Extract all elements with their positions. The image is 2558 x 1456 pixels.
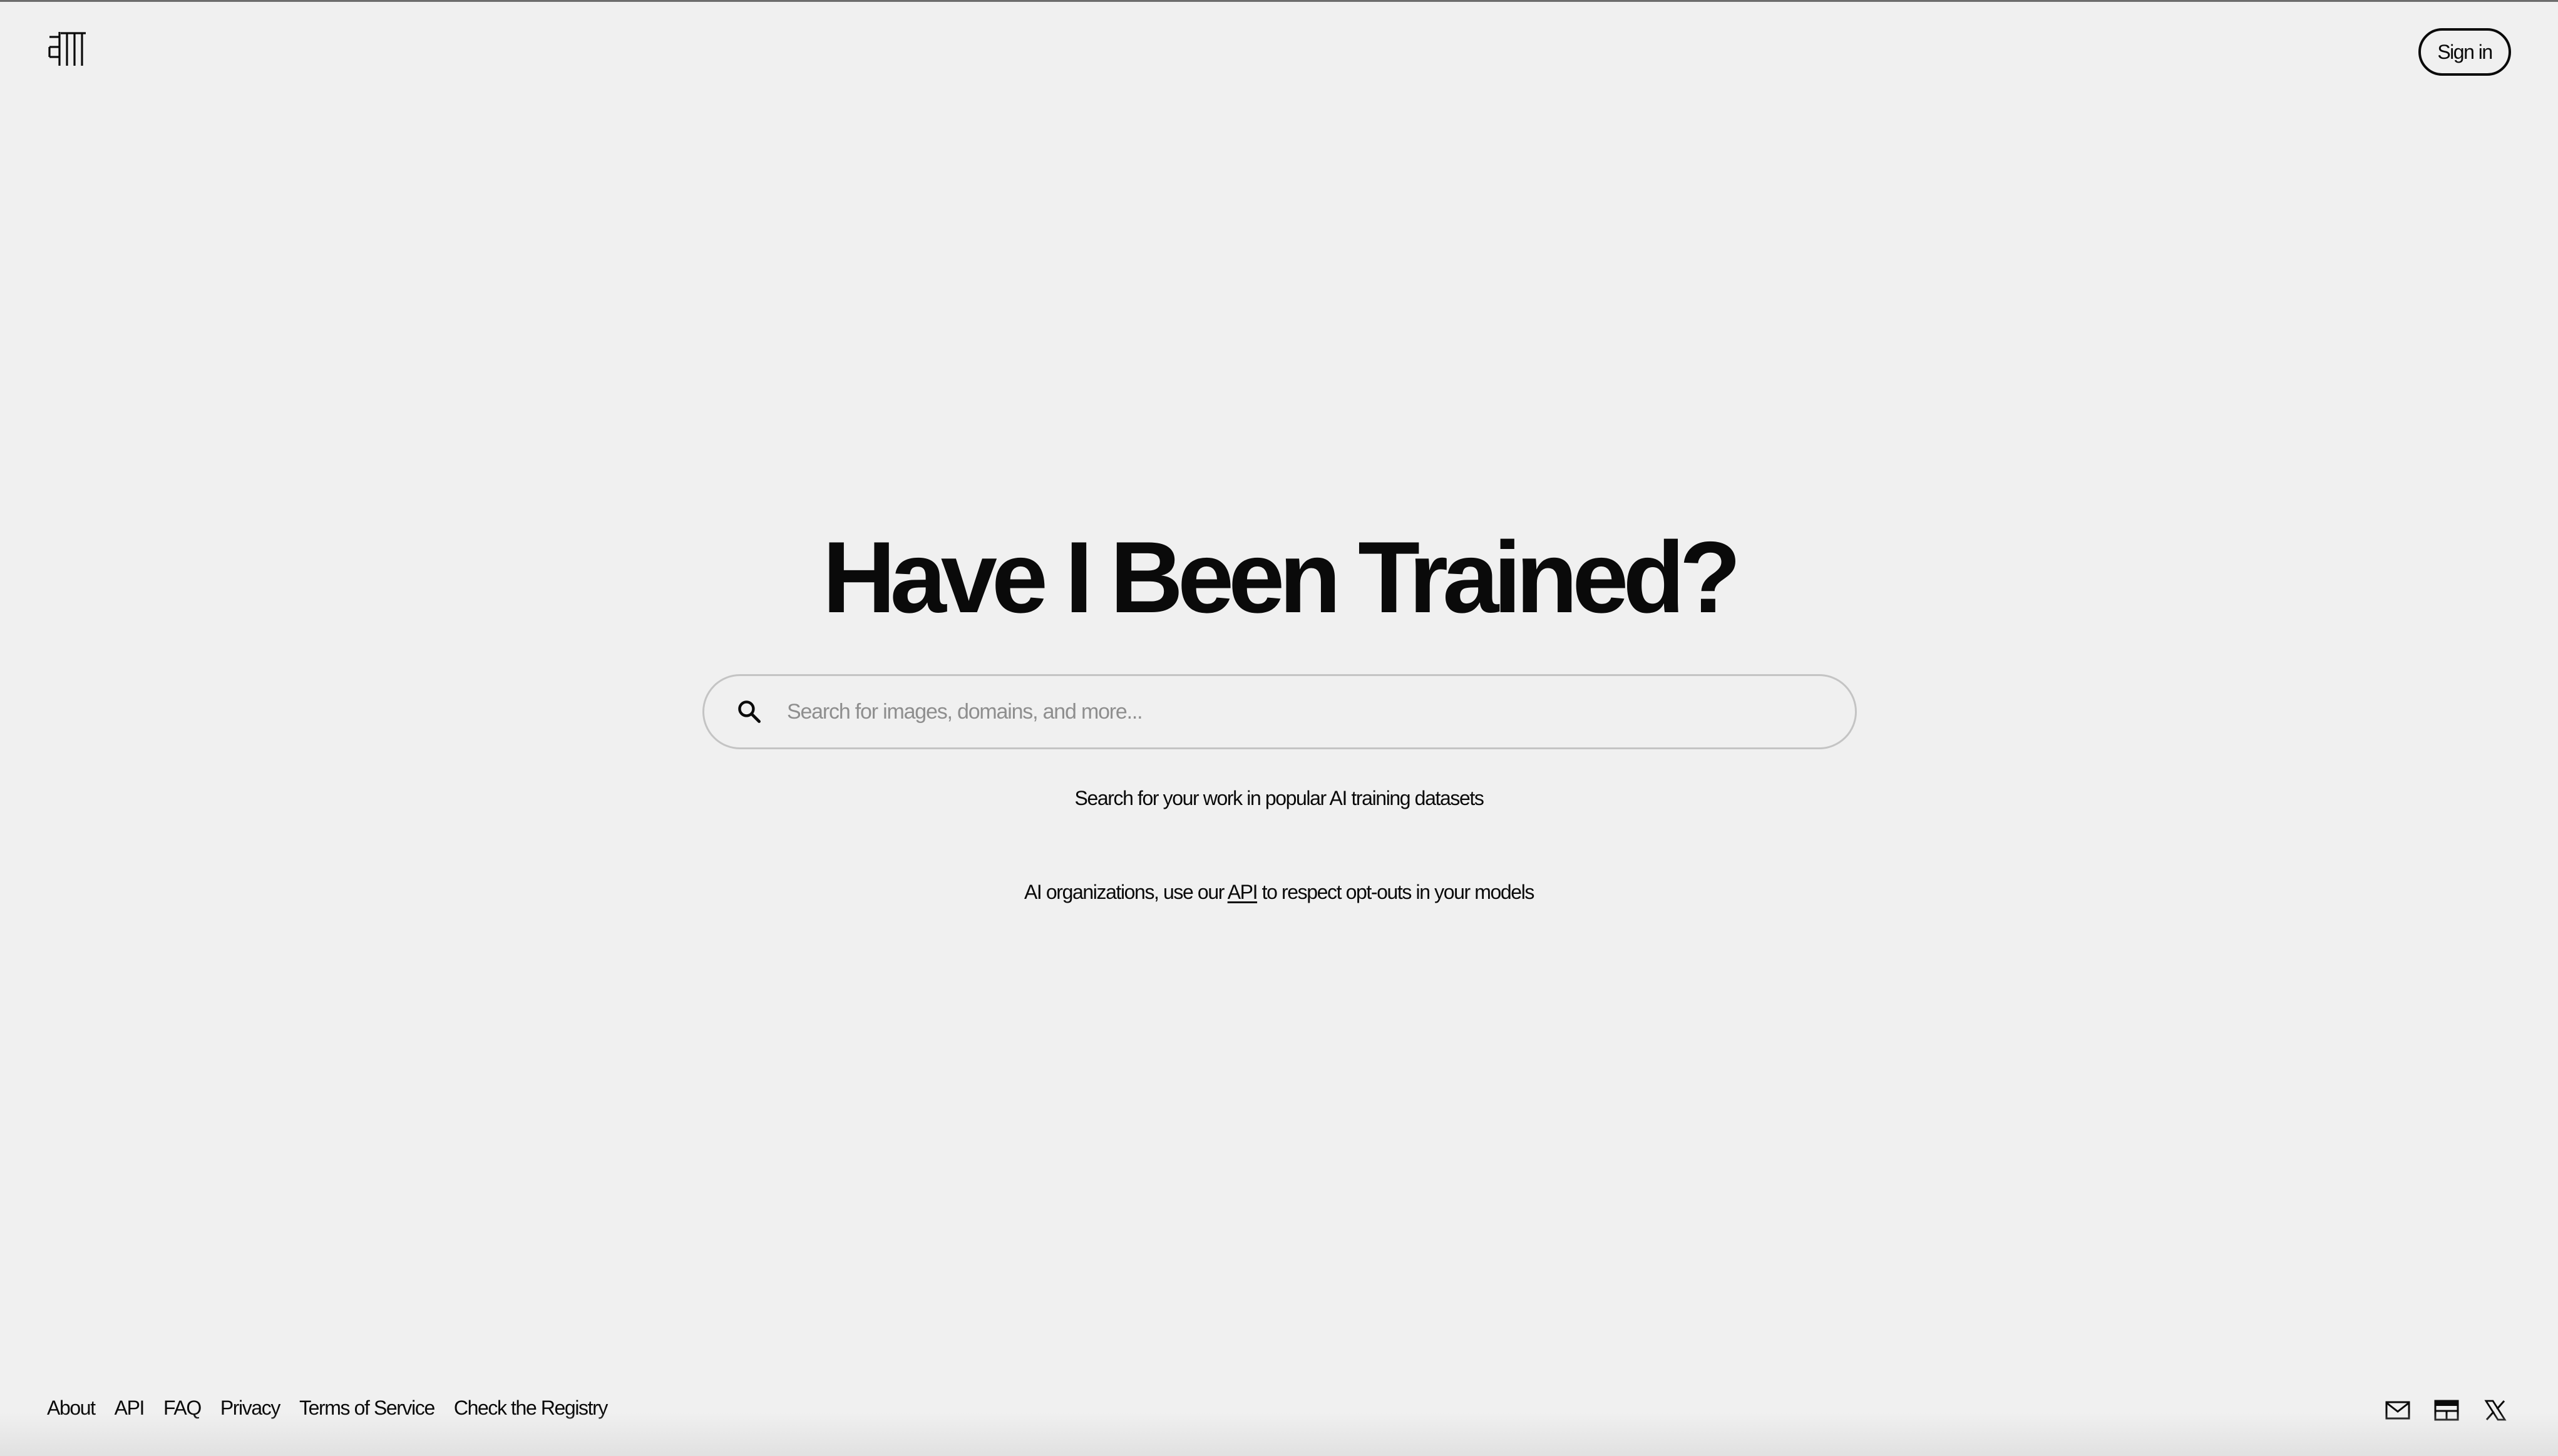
footer-link-terms[interactable]: Terms of Service <box>299 1397 435 1420</box>
footer-link-about[interactable]: About <box>47 1397 96 1420</box>
x-twitter-icon[interactable] <box>2483 1398 2508 1423</box>
search-bar[interactable] <box>702 674 1857 749</box>
sign-in-button[interactable]: Sign in <box>2418 28 2511 76</box>
api-link[interactable]: API <box>1228 881 1258 903</box>
footer-link-privacy[interactable]: Privacy <box>220 1397 281 1420</box>
spawning-logo-icon <box>48 32 86 66</box>
api-note-after: to respect opt-outs in your models <box>1257 881 1535 903</box>
newsletter-icon[interactable] <box>2434 1398 2459 1423</box>
footer-nav: About API FAQ Privacy Terms of Service C… <box>47 1397 609 1420</box>
tagline: Search for your work in popular AI train… <box>1074 787 1484 809</box>
footer-link-registry[interactable]: Check the Registry <box>454 1397 609 1420</box>
page-title: Have I Been Trained? <box>822 521 1742 634</box>
api-note-before: AI organizations, use our <box>1024 881 1228 903</box>
api-note: AI organizations, use our API to respect… <box>0 881 2558 904</box>
footer-link-api[interactable]: API <box>115 1397 145 1420</box>
search-input[interactable] <box>786 675 1824 748</box>
footer-link-faq[interactable]: FAQ <box>163 1397 202 1420</box>
search-icon[interactable] <box>736 698 763 725</box>
logo-icon[interactable] <box>47 28 88 69</box>
page: Sign in Have I Been Trained? Search for … <box>0 0 2558 1456</box>
mail-icon[interactable] <box>2385 1398 2410 1423</box>
social-icons <box>2385 1398 2508 1423</box>
